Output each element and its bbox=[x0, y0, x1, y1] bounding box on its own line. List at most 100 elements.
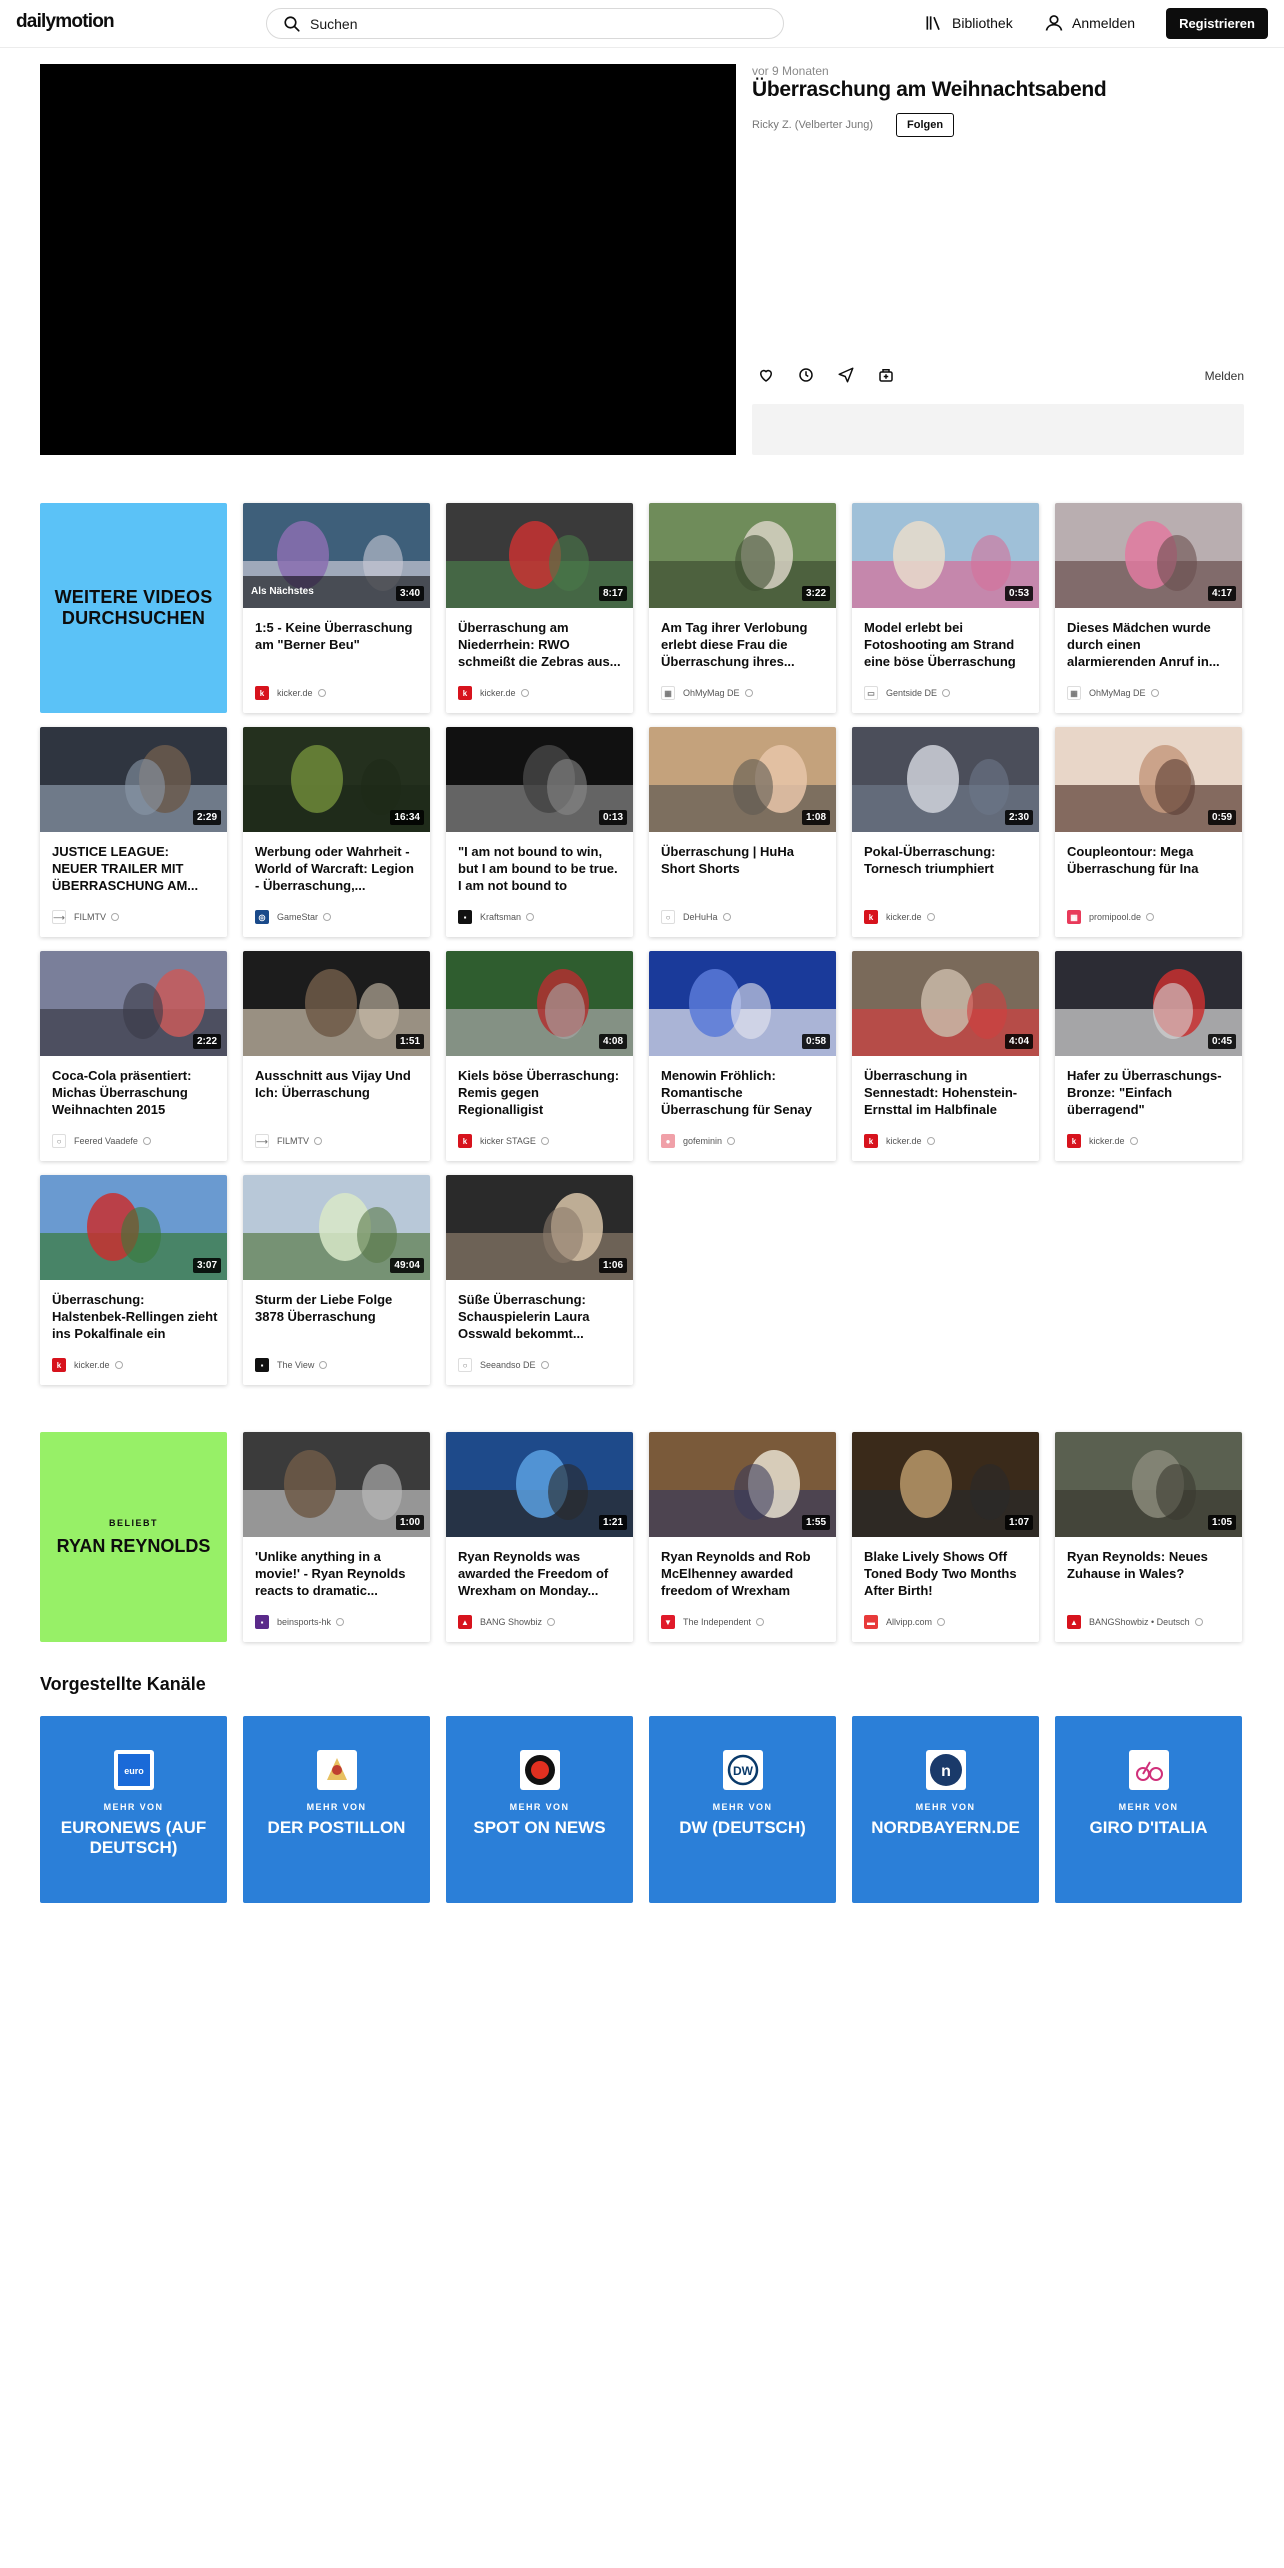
video-card-channel[interactable]: ● gofeminin bbox=[661, 1134, 736, 1148]
video-card-title[interactable]: Sturm der Liebe Folge 3878 Überraschung bbox=[255, 1291, 421, 1345]
video-card-channel[interactable]: k kicker.de bbox=[458, 686, 529, 700]
featured-channel-card[interactable]: euro MEHR VON EURONEWS (AUF DEUTSCH) bbox=[40, 1716, 227, 1903]
channel-name[interactable]: Ricky Z. (Velberter Jung) bbox=[752, 119, 873, 131]
video-card-title[interactable]: Überraschung | HuHa Short Shorts bbox=[661, 843, 827, 897]
video-thumbnail[interactable]: 1:08 bbox=[649, 727, 836, 832]
dailymotion-logo[interactable]: dailymotion bbox=[16, 11, 115, 33]
video-thumbnail[interactable]: 0:53 bbox=[852, 503, 1039, 608]
video-thumbnail[interactable]: 2:29 bbox=[40, 727, 227, 832]
video-card[interactable]: 1:05 Ryan Reynolds: Neues Zuhause in Wale… bbox=[1055, 1432, 1242, 1642]
share-icon[interactable] bbox=[837, 366, 855, 384]
video-card-title[interactable]: Ryan Reynolds and Rob McElhenney awarded… bbox=[661, 1548, 827, 1602]
video-thumbnail[interactable]: Als Nächstes 3:40 bbox=[243, 503, 430, 608]
video-card-channel[interactable]: k kicker.de bbox=[864, 1134, 935, 1148]
video-card-title[interactable]: "I am not bound to win, but I am bound t… bbox=[458, 843, 624, 897]
video-card-title[interactable]: Am Tag ihrer Verlobung erlebt diese Frau… bbox=[661, 619, 827, 673]
video-card-channel[interactable]: k kicker STAGE bbox=[458, 1134, 549, 1148]
video-card[interactable]: 3:07 Überraschung: Halstenbek-Rellingen z… bbox=[40, 1175, 227, 1385]
search-bar[interactable] bbox=[266, 8, 784, 39]
video-thumbnail[interactable]: 1:51 bbox=[243, 951, 430, 1056]
video-thumbnail[interactable]: 1:00 bbox=[243, 1432, 430, 1537]
video-card-channel[interactable]: k kicker.de bbox=[864, 910, 935, 924]
video-card-channel[interactable]: k kicker.de bbox=[255, 686, 326, 700]
video-thumbnail[interactable]: 3:22 bbox=[649, 503, 836, 608]
video-thumbnail[interactable]: 2:22 bbox=[40, 951, 227, 1056]
video-card-title[interactable]: Ausschnitt aus Vijay Und Ich: Überraschu… bbox=[255, 1067, 421, 1121]
video-card-channel[interactable]: ▪ The View bbox=[255, 1358, 328, 1372]
video-card[interactable]: 1:51 Ausschnitt aus Vijay Und Ich: Überra… bbox=[243, 951, 430, 1161]
video-card-channel[interactable]: ▼ The Independent bbox=[661, 1615, 765, 1629]
follow-button[interactable]: Folgen bbox=[896, 113, 955, 137]
video-card[interactable]: 2:22 Coca-Cola präsentiert: Michas Überra… bbox=[40, 951, 227, 1161]
video-card-channel[interactable]: k kicker.de bbox=[52, 1358, 123, 1372]
featured-channel-card[interactable]: n MEHR VON NORDBAYERN.DE bbox=[852, 1716, 1039, 1903]
video-card-title[interactable]: Kiels böse Überraschung: Remis gegen Reg… bbox=[458, 1067, 624, 1121]
video-card[interactable]: 4:04 Überraschung in Sennestadt: Hohenste… bbox=[852, 951, 1039, 1161]
video-card-title[interactable]: Hafer zu Überraschungs-Bronze: "Einfach … bbox=[1067, 1067, 1233, 1121]
video-card[interactable]: 0:53 Model erlebt bei Fotoshooting am Str… bbox=[852, 503, 1039, 713]
search-input[interactable] bbox=[310, 15, 730, 32]
video-thumbnail[interactable]: 4:08 bbox=[446, 951, 633, 1056]
video-player[interactable] bbox=[40, 64, 736, 455]
login-link[interactable]: Anmelden bbox=[1044, 13, 1135, 33]
video-card-title[interactable]: Dieses Mädchen wurde durch einen alarmie… bbox=[1067, 619, 1233, 673]
video-card-title[interactable]: Pokal-Überraschung: Tornesch triumphiert bbox=[864, 843, 1030, 897]
video-card[interactable]: 1:21 Ryan Reynolds was awarded the Freedo… bbox=[446, 1432, 633, 1642]
video-card[interactable]: 1:55 Ryan Reynolds and Rob McElhenney awa… bbox=[649, 1432, 836, 1642]
video-thumbnail[interactable]: 2:30 bbox=[852, 727, 1039, 832]
video-thumbnail[interactable]: 1:06 bbox=[446, 1175, 633, 1280]
video-thumbnail[interactable]: 0:58 bbox=[649, 951, 836, 1056]
video-card-title[interactable]: Ryan Reynolds: Neues Zuhause in Wales? bbox=[1067, 1548, 1233, 1602]
video-card-channel[interactable]: ▪ beinsports-hk bbox=[255, 1615, 345, 1629]
featured-channel-card[interactable]: MEHR VON DER POSTILLON bbox=[243, 1716, 430, 1903]
video-card[interactable]: 49:04 Sturm der Liebe Folge 3878 Überrasc… bbox=[243, 1175, 430, 1385]
add-to-playlist-icon[interactable] bbox=[877, 366, 895, 384]
featured-channel-card[interactable]: DW MEHR VON DW (DEUTSCH) bbox=[649, 1716, 836, 1903]
video-card-channel[interactable]: ⟶ FILMTV bbox=[52, 910, 120, 924]
video-card-channel[interactable]: ○ DeHuHa bbox=[661, 910, 731, 924]
video-thumbnail[interactable]: 0:59 bbox=[1055, 727, 1242, 832]
like-icon[interactable] bbox=[757, 366, 775, 384]
video-thumbnail[interactable]: 4:17 bbox=[1055, 503, 1242, 608]
video-thumbnail[interactable]: 0:45 bbox=[1055, 951, 1242, 1056]
video-card-channel[interactable]: ▲ BANG Showbiz bbox=[458, 1615, 556, 1629]
video-card[interactable]: 1:07 Blake Lively Shows Off Toned Body Tw… bbox=[852, 1432, 1039, 1642]
video-card-title[interactable]: Ryan Reynolds was awarded the Freedom of… bbox=[458, 1548, 624, 1602]
video-card-channel[interactable]: ▲ BANGShowbiz • Deutsch bbox=[1067, 1615, 1203, 1629]
video-thumbnail[interactable]: 49:04 bbox=[243, 1175, 430, 1280]
video-card-title[interactable]: Werbung oder Wahrheit - World of Warcraf… bbox=[255, 843, 421, 897]
video-card-title[interactable]: 1:5 - Keine Überraschung am "Berner Beu" bbox=[255, 619, 421, 673]
video-card-title[interactable]: Überraschung: Halstenbek-Rellingen zieht… bbox=[52, 1291, 218, 1345]
video-thumbnail[interactable]: 1:07 bbox=[852, 1432, 1039, 1537]
video-card[interactable]: 16:34 Werbung oder Wahrheit - World of Wa… bbox=[243, 727, 430, 937]
video-card[interactable]: 2:29 JUSTICE LEAGUE: NEUER TRAILER MIT ÜB… bbox=[40, 727, 227, 937]
video-card-title[interactable]: JUSTICE LEAGUE: NEUER TRAILER MIT ÜBERRA… bbox=[52, 843, 218, 897]
video-card-channel[interactable]: ⟶ FILMTV bbox=[255, 1134, 323, 1148]
video-card[interactable]: 4:17 Dieses Mädchen wurde durch einen ala… bbox=[1055, 503, 1242, 713]
video-card[interactable]: 1:06 Süße Überraschung: Schauspielerin La… bbox=[446, 1175, 633, 1385]
video-card-title[interactable]: Model erlebt bei Fotoshooting am Strand … bbox=[864, 619, 1030, 673]
popular-topic-tile[interactable]: BELIEBT RYAN REYNOLDS bbox=[40, 1432, 227, 1642]
video-card-channel[interactable]: ○ Feered Vaadefe bbox=[52, 1134, 151, 1148]
video-card[interactable]: 1:08 Überraschung | HuHa Short Shorts ○ DeH… bbox=[649, 727, 836, 937]
video-card-title[interactable]: Überraschung in Sennestadt: Hohenstein-E… bbox=[864, 1067, 1030, 1121]
video-card-channel[interactable]: ▬ Allvipp.com bbox=[864, 1615, 946, 1629]
video-card[interactable]: 8:17 Überraschung am Niederrhein: RWO sch… bbox=[446, 503, 633, 713]
featured-channel-card[interactable]: MEHR VON GIRO D'ITALIA bbox=[1055, 1716, 1242, 1903]
video-card[interactable]: Als Nächstes 3:40 1:5 - Keine Überraschung… bbox=[243, 503, 430, 713]
video-card[interactable]: 0:13 "I am not bound to win, but I am bou… bbox=[446, 727, 633, 937]
register-button[interactable]: Registrieren bbox=[1166, 8, 1268, 39]
video-card-channel[interactable]: ▦ OhMyMag DE bbox=[661, 686, 753, 700]
video-thumbnail[interactable]: 16:34 bbox=[243, 727, 430, 832]
video-card[interactable]: 0:59 Coupleontour: Mega Überraschung für … bbox=[1055, 727, 1242, 937]
featured-channel-card[interactable]: MEHR VON SPOT ON NEWS bbox=[446, 1716, 633, 1903]
report-link[interactable]: Melden bbox=[1205, 369, 1244, 383]
video-card[interactable]: 2:30 Pokal-Überraschung: Tornesch triumph… bbox=[852, 727, 1039, 937]
video-card[interactable]: 3:22 Am Tag ihrer Verlobung erlebt diese … bbox=[649, 503, 836, 713]
video-card[interactable]: 0:45 Hafer zu Überraschungs-Bronze: "Einf… bbox=[1055, 951, 1242, 1161]
video-card-channel[interactable]: ▭ Gentside DE bbox=[864, 686, 951, 700]
video-card-title[interactable]: Überraschung am Niederrhein: RWO schmeiß… bbox=[458, 619, 624, 673]
video-thumbnail[interactable]: 1:05 bbox=[1055, 1432, 1242, 1537]
video-card-title[interactable]: Coca-Cola präsentiert: Michas Überraschu… bbox=[52, 1067, 218, 1121]
video-card-channel[interactable]: ◎ GameStar bbox=[255, 910, 332, 924]
